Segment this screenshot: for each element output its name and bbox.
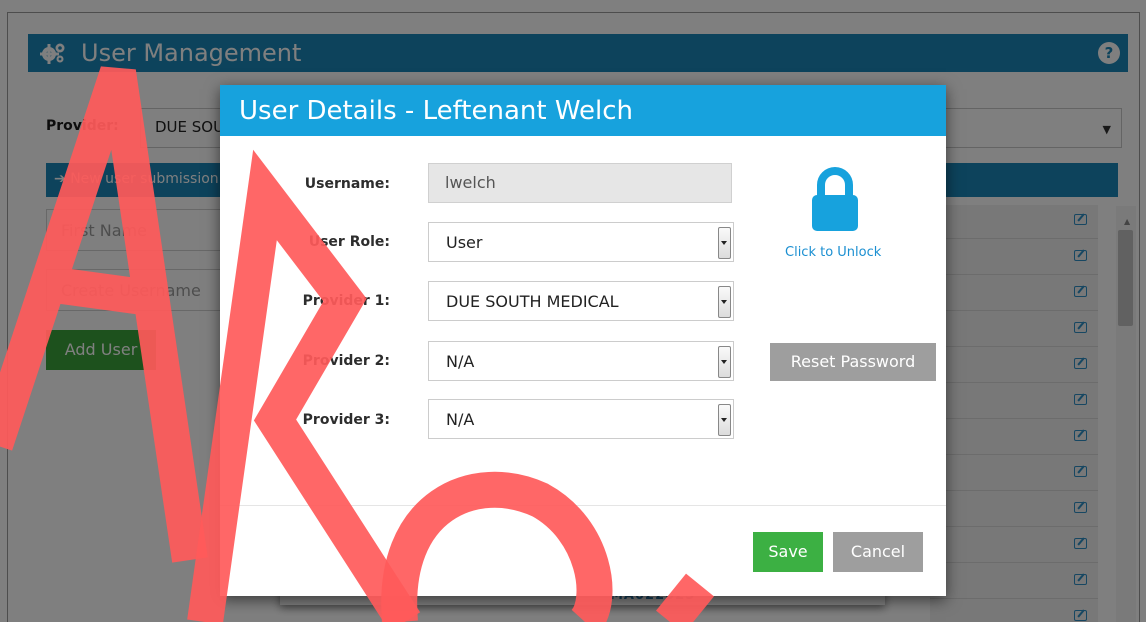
provider-2-label: Provider 2:: [302, 353, 390, 369]
chevron-down-icon: [718, 404, 731, 436]
provider-2-value: N/A: [446, 352, 475, 371]
username-value: lwelch: [445, 173, 496, 192]
user-role-value: User: [446, 233, 483, 252]
cancel-button[interactable]: Cancel: [833, 532, 923, 572]
username-field: lwelch: [428, 163, 732, 203]
user-details-modal: User Details - Leftenant Welch Username:…: [220, 85, 946, 596]
chevron-down-icon: [718, 286, 731, 318]
chevron-down-icon: [718, 346, 731, 378]
modal-header: User Details - Leftenant Welch: [220, 85, 946, 136]
save-button[interactable]: Save: [753, 532, 823, 572]
user-role-select[interactable]: User: [428, 222, 734, 262]
provider-1-value: DUE SOUTH MEDICAL: [446, 292, 619, 311]
provider-1-select[interactable]: DUE SOUTH MEDICAL: [428, 281, 734, 321]
provider-2-select[interactable]: N/A: [428, 341, 734, 381]
username-label: Username:: [304, 176, 390, 192]
click-to-unlock-link[interactable]: Click to Unlock: [785, 245, 881, 260]
provider-1-label: Provider 1:: [302, 293, 390, 309]
lock-icon[interactable]: [810, 165, 860, 233]
modal-divider: [220, 505, 946, 506]
provider-3-value: N/A: [446, 410, 475, 429]
provider-3-select[interactable]: N/A: [428, 399, 734, 439]
modal-title: User Details - Leftenant Welch: [239, 96, 634, 126]
reset-password-button[interactable]: Reset Password: [770, 343, 936, 381]
provider-3-label: Provider 3:: [302, 412, 390, 428]
chevron-down-icon: [718, 227, 731, 259]
user-role-label: User Role:: [308, 234, 390, 250]
